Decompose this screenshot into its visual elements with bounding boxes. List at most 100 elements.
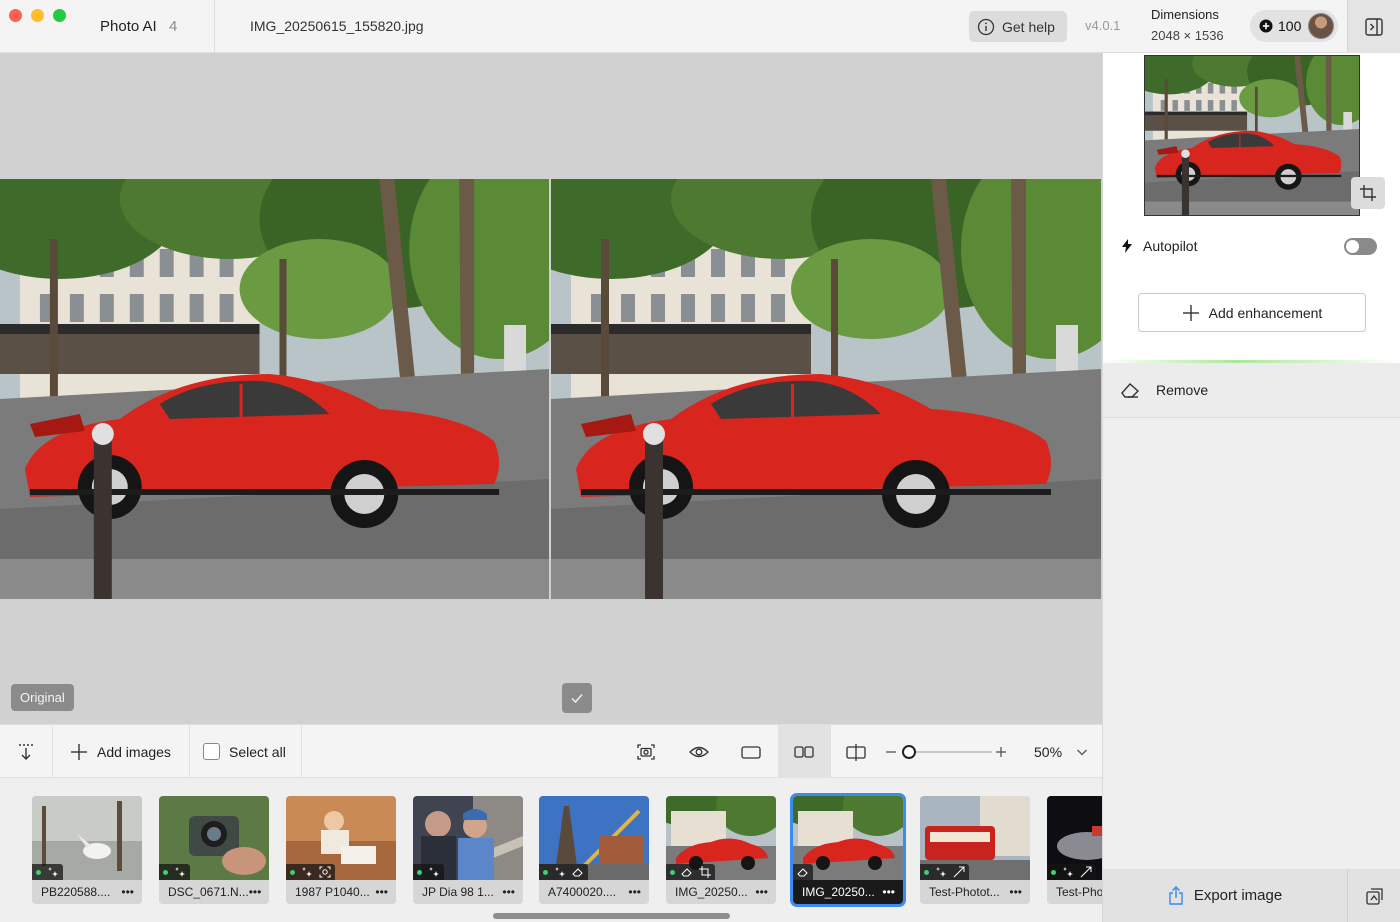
- close-window-button[interactable]: [9, 9, 22, 22]
- toolbar-divider: [301, 725, 302, 778]
- thumbnail-label: DSC_0671.N... •••: [159, 880, 269, 904]
- thumbnail-status-bar: [793, 864, 813, 880]
- side-by-side-view-button[interactable]: [778, 725, 830, 778]
- more-options-icon[interactable]: •••: [375, 885, 388, 899]
- dimensions-value: 2048 × 1536: [1151, 28, 1224, 43]
- thumbnail-item[interactable]: Test-Photot... •••: [920, 796, 1030, 904]
- thumbnail-item[interactable]: A7400020.... •••: [539, 796, 649, 904]
- more-options-icon[interactable]: •••: [882, 885, 895, 899]
- upscale-icon: [1080, 866, 1092, 878]
- camera-frame-icon: [637, 743, 655, 760]
- status-dot: [1051, 869, 1056, 875]
- thumbnail-status-bar: [413, 864, 444, 880]
- thumbnail-status-bar: [159, 864, 190, 880]
- more-options-icon[interactable]: •••: [1009, 885, 1022, 899]
- image-canvas[interactable]: Original: [0, 53, 1102, 724]
- more-options-icon[interactable]: •••: [502, 885, 515, 899]
- status-dot: [543, 869, 548, 875]
- thumbnail-item[interactable]: JP Dia 98 1... •••: [413, 796, 523, 904]
- enhance-icon: [429, 867, 439, 877]
- toggle-panel-button[interactable]: [1347, 0, 1400, 53]
- remove-label: Remove: [1156, 382, 1209, 398]
- thumbnail-status-bar: [286, 864, 335, 880]
- single-view-button[interactable]: [725, 725, 777, 778]
- add-enhancement-button[interactable]: Add enhancement: [1138, 293, 1366, 332]
- more-options-icon[interactable]: •••: [249, 885, 262, 899]
- status-dot: [670, 869, 675, 875]
- crop-button[interactable]: [1351, 177, 1385, 209]
- thumbnail-status-bar: [920, 864, 969, 880]
- get-help-button[interactable]: Get help: [969, 11, 1067, 42]
- credits-badge[interactable]: 100: [1250, 10, 1338, 42]
- thumbnail-name: 1987 P1040...: [295, 885, 370, 899]
- export-settings-button[interactable]: [1347, 869, 1400, 922]
- processed-image[interactable]: [551, 179, 1101, 599]
- zoom-value[interactable]: 50%: [1034, 744, 1062, 760]
- filmstrip-scrollbar[interactable]: [493, 913, 730, 919]
- thumbnail-item[interactable]: PB220588.... •••: [32, 796, 142, 904]
- thumbnail-item[interactable]: IMG_20250... •••: [666, 796, 776, 904]
- eye-icon: [689, 746, 709, 757]
- preview-toggle-button[interactable]: [673, 725, 725, 778]
- remove-tool-row[interactable]: Remove: [1103, 363, 1400, 418]
- more-options-icon[interactable]: •••: [755, 885, 768, 899]
- split-view-icon: [846, 743, 866, 761]
- navigator: [1103, 53, 1400, 219]
- crop-icon: [1360, 185, 1376, 201]
- thumbnail-item-selected[interactable]: IMG_20250... •••: [790, 793, 906, 907]
- select-all-checkbox[interactable]: Select all: [203, 725, 286, 778]
- select-all-label: Select all: [229, 743, 286, 760]
- toolbar-divider: [52, 725, 53, 778]
- upscale-icon: [953, 866, 965, 878]
- zoom-out-icon[interactable]: [884, 745, 898, 759]
- plus-icon: [1182, 304, 1199, 321]
- thumbnail-status-bar: [666, 864, 715, 880]
- thumbnail-item[interactable]: Test-Pho: [1047, 796, 1102, 904]
- status-dot: [36, 869, 41, 875]
- thumbnail-label: IMG_20250... •••: [666, 880, 776, 904]
- enhancement-section: Add enhancement: [1103, 273, 1400, 363]
- checkbox-box[interactable]: [203, 743, 220, 760]
- chevron-down-icon[interactable]: [1075, 745, 1089, 759]
- navigator-preview[interactable]: [1144, 55, 1360, 216]
- thumbnail-label: IMG_20250... •••: [793, 880, 903, 904]
- snapshot-button[interactable]: [620, 725, 672, 778]
- import-button[interactable]: [0, 725, 52, 778]
- enhance-icon: [48, 867, 58, 877]
- file-name: IMG_20250615_155820.jpg: [250, 18, 424, 34]
- share-icon: [1169, 885, 1183, 905]
- zoom-in-icon[interactable]: [994, 745, 1008, 759]
- zoom-slider-track[interactable]: [912, 751, 992, 753]
- thumbnail-label: PB220588.... •••: [32, 880, 142, 904]
- minimize-window-button[interactable]: [31, 9, 44, 22]
- eraser-icon: [1121, 383, 1140, 398]
- enhance-icon: [1063, 867, 1073, 877]
- original-image[interactable]: [0, 179, 549, 599]
- batch-export-icon: [1365, 887, 1383, 905]
- more-options-icon[interactable]: •••: [121, 885, 134, 899]
- split-view-button[interactable]: [830, 725, 882, 778]
- zoom-slider-handle[interactable]: [902, 745, 916, 759]
- add-images-button[interactable]: Add images: [69, 725, 171, 778]
- export-image-button[interactable]: Export image: [1103, 869, 1347, 922]
- more-options-icon[interactable]: •••: [628, 885, 641, 899]
- thumbnail-label: Test-Photot... •••: [920, 880, 1030, 904]
- credit-plus-icon: [1259, 19, 1273, 33]
- thumbnail-name: PB220588....: [41, 885, 111, 899]
- filmstrip[interactable]: PB220588.... ••• DSC_0671.N... ••• 1987 P1…: [0, 778, 1102, 922]
- user-avatar[interactable]: [1308, 13, 1334, 39]
- autopilot-toggle[interactable]: [1344, 238, 1377, 255]
- thumbnail-label: A7400020.... •••: [539, 880, 649, 904]
- single-view-icon: [741, 745, 761, 759]
- crop-icon: [699, 866, 711, 878]
- thumbnail-name: Test-Pho: [1056, 885, 1102, 899]
- enhance-icon: [175, 867, 185, 877]
- thumbnail-label: JP Dia 98 1... •••: [413, 880, 523, 904]
- right-panel: Autopilot Add enhancement Remove Export …: [1102, 53, 1400, 922]
- get-help-label: Get help: [1002, 18, 1055, 35]
- thumbnail-label: 1987 P1040... •••: [286, 880, 396, 904]
- zoom-window-button[interactable]: [53, 9, 66, 22]
- dimensions-label: Dimensions: [1151, 7, 1219, 22]
- thumbnail-item[interactable]: 1987 P1040... •••: [286, 796, 396, 904]
- thumbnail-item[interactable]: DSC_0671.N... •••: [159, 796, 269, 904]
